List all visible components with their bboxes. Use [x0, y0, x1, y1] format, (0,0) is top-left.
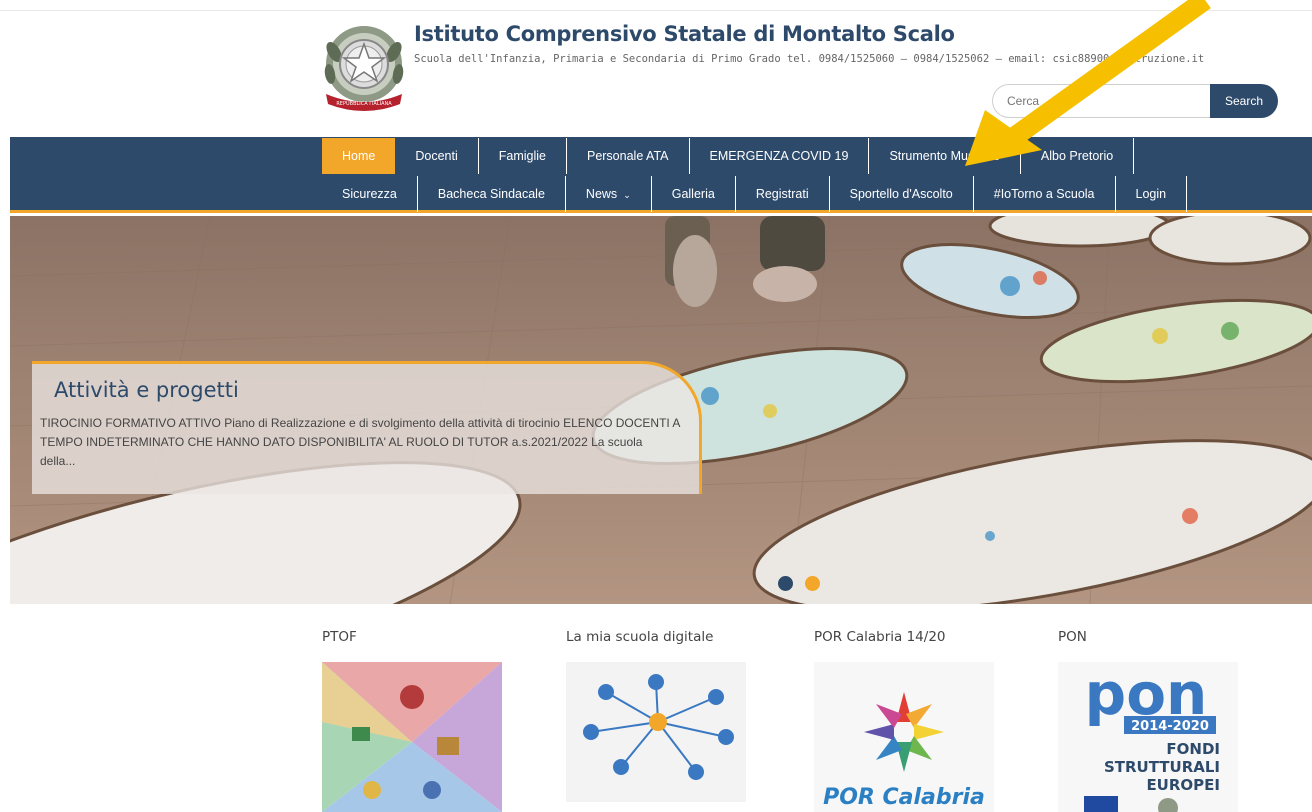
top-divider	[0, 10, 1312, 11]
nav-item-news[interactable]: News ⌄	[566, 176, 652, 212]
search-form: Search	[992, 84, 1280, 118]
emblem-ribbon-text: REPUBBLICA ITALIANA	[336, 101, 392, 107]
main-navigation: Home Docenti Famiglie Personale ATA EMER…	[10, 137, 1312, 213]
site-header: REPUBBLICA ITALIANA Istituto Comprensivo…	[0, 0, 1312, 137]
widget-title-por-calabria: POR Calabria 14/20	[814, 629, 946, 645]
slide-title[interactable]: Attività e progetti	[54, 378, 239, 402]
slide-caption[interactable]: Attività e progetti TIROCINIO FORMATIVO …	[32, 361, 702, 494]
widget-ptof: PTOF	[322, 626, 522, 812]
nav-item-sicurezza[interactable]: Sicurezza	[322, 176, 418, 212]
ptof-image[interactable]	[322, 662, 502, 812]
pon-logo-line3: EUROPEI	[1146, 776, 1220, 794]
nav-item-personale-ata[interactable]: Personale ATA	[567, 138, 690, 174]
pon-logo-years: 2014-2020	[1131, 719, 1209, 734]
slider-dot-1[interactable]	[778, 576, 793, 591]
por-calabria-logo[interactable]: POR Calabria	[814, 662, 994, 812]
search-button[interactable]: Search	[1210, 84, 1278, 118]
widget-scuola-digitale: La mia scuola digitale	[566, 626, 766, 812]
slide-excerpt: TIROCINIO FORMATIVO ATTIVO Piano di Real…	[40, 416, 680, 468]
nav-item-strumento-musicale[interactable]: Strumento Musicale	[869, 138, 1021, 174]
widget-title-pon: PON	[1058, 629, 1087, 645]
nav-item-io-torno-a-scuola[interactable]: #IoTorno a Scuola	[974, 176, 1116, 212]
nav-row-2: Sicurezza Bacheca Sindacale News ⌄ Galler…	[322, 176, 1188, 212]
site-subtitle: Scuola dell'Infanzia, Primaria e Seconda…	[414, 53, 1205, 65]
nav-item-registrati[interactable]: Registrati	[736, 176, 830, 212]
nav-item-galleria[interactable]: Galleria	[652, 176, 736, 212]
slider-dot-2-active[interactable]	[805, 576, 820, 591]
nav-item-docenti[interactable]: Docenti	[395, 138, 479, 174]
italian-republic-emblem-icon[interactable]: REPUBBLICA ITALIANA	[320, 18, 408, 112]
widget-title-ptof: PTOF	[322, 629, 357, 645]
pon-logo[interactable]: pon 2014-2020 FONDI STRUTTURALI EUROPEI	[1058, 662, 1238, 812]
search-input[interactable]	[992, 84, 1212, 118]
widget-por-calabria: POR Calabria 14/20 POR Calabria	[814, 626, 1014, 812]
chevron-down-icon: ⌄	[623, 190, 631, 200]
nav-item-famiglie[interactable]: Famiglie	[479, 138, 567, 174]
site-title[interactable]: Istituto Comprensivo Statale di Montalto…	[414, 22, 955, 46]
widget-pon: PON pon 2014-2020 FONDI STRUTTURALI EURO…	[1058, 626, 1258, 812]
hero-slider[interactable]: Attività e progetti TIROCINIO FORMATIVO …	[10, 216, 1312, 604]
nav-item-login[interactable]: Login	[1116, 176, 1188, 212]
slider-pagination	[778, 576, 820, 591]
pon-logo-line1: FONDI	[1166, 740, 1220, 758]
por-calabria-logo-text: POR Calabria	[823, 785, 985, 810]
network-image[interactable]	[566, 662, 746, 812]
nav-item-bacheca-sindacale[interactable]: Bacheca Sindacale	[418, 176, 566, 212]
nav-row-1: Home Docenti Famiglie Personale ATA EMER…	[322, 138, 1135, 174]
nav-item-home[interactable]: Home	[322, 138, 396, 174]
nav-item-sportello-ascolto[interactable]: Sportello d'Ascolto	[830, 176, 974, 212]
nav-item-news-label: News	[585, 187, 618, 201]
pon-logo-line2: STRUTTURALI	[1104, 758, 1220, 776]
nav-item-emergenza-covid[interactable]: EMERGENZA COVID 19	[690, 138, 870, 174]
widget-title-scuola-digitale: La mia scuola digitale	[566, 629, 714, 645]
nav-item-albo-pretorio[interactable]: Albo Pretorio	[1021, 138, 1135, 174]
